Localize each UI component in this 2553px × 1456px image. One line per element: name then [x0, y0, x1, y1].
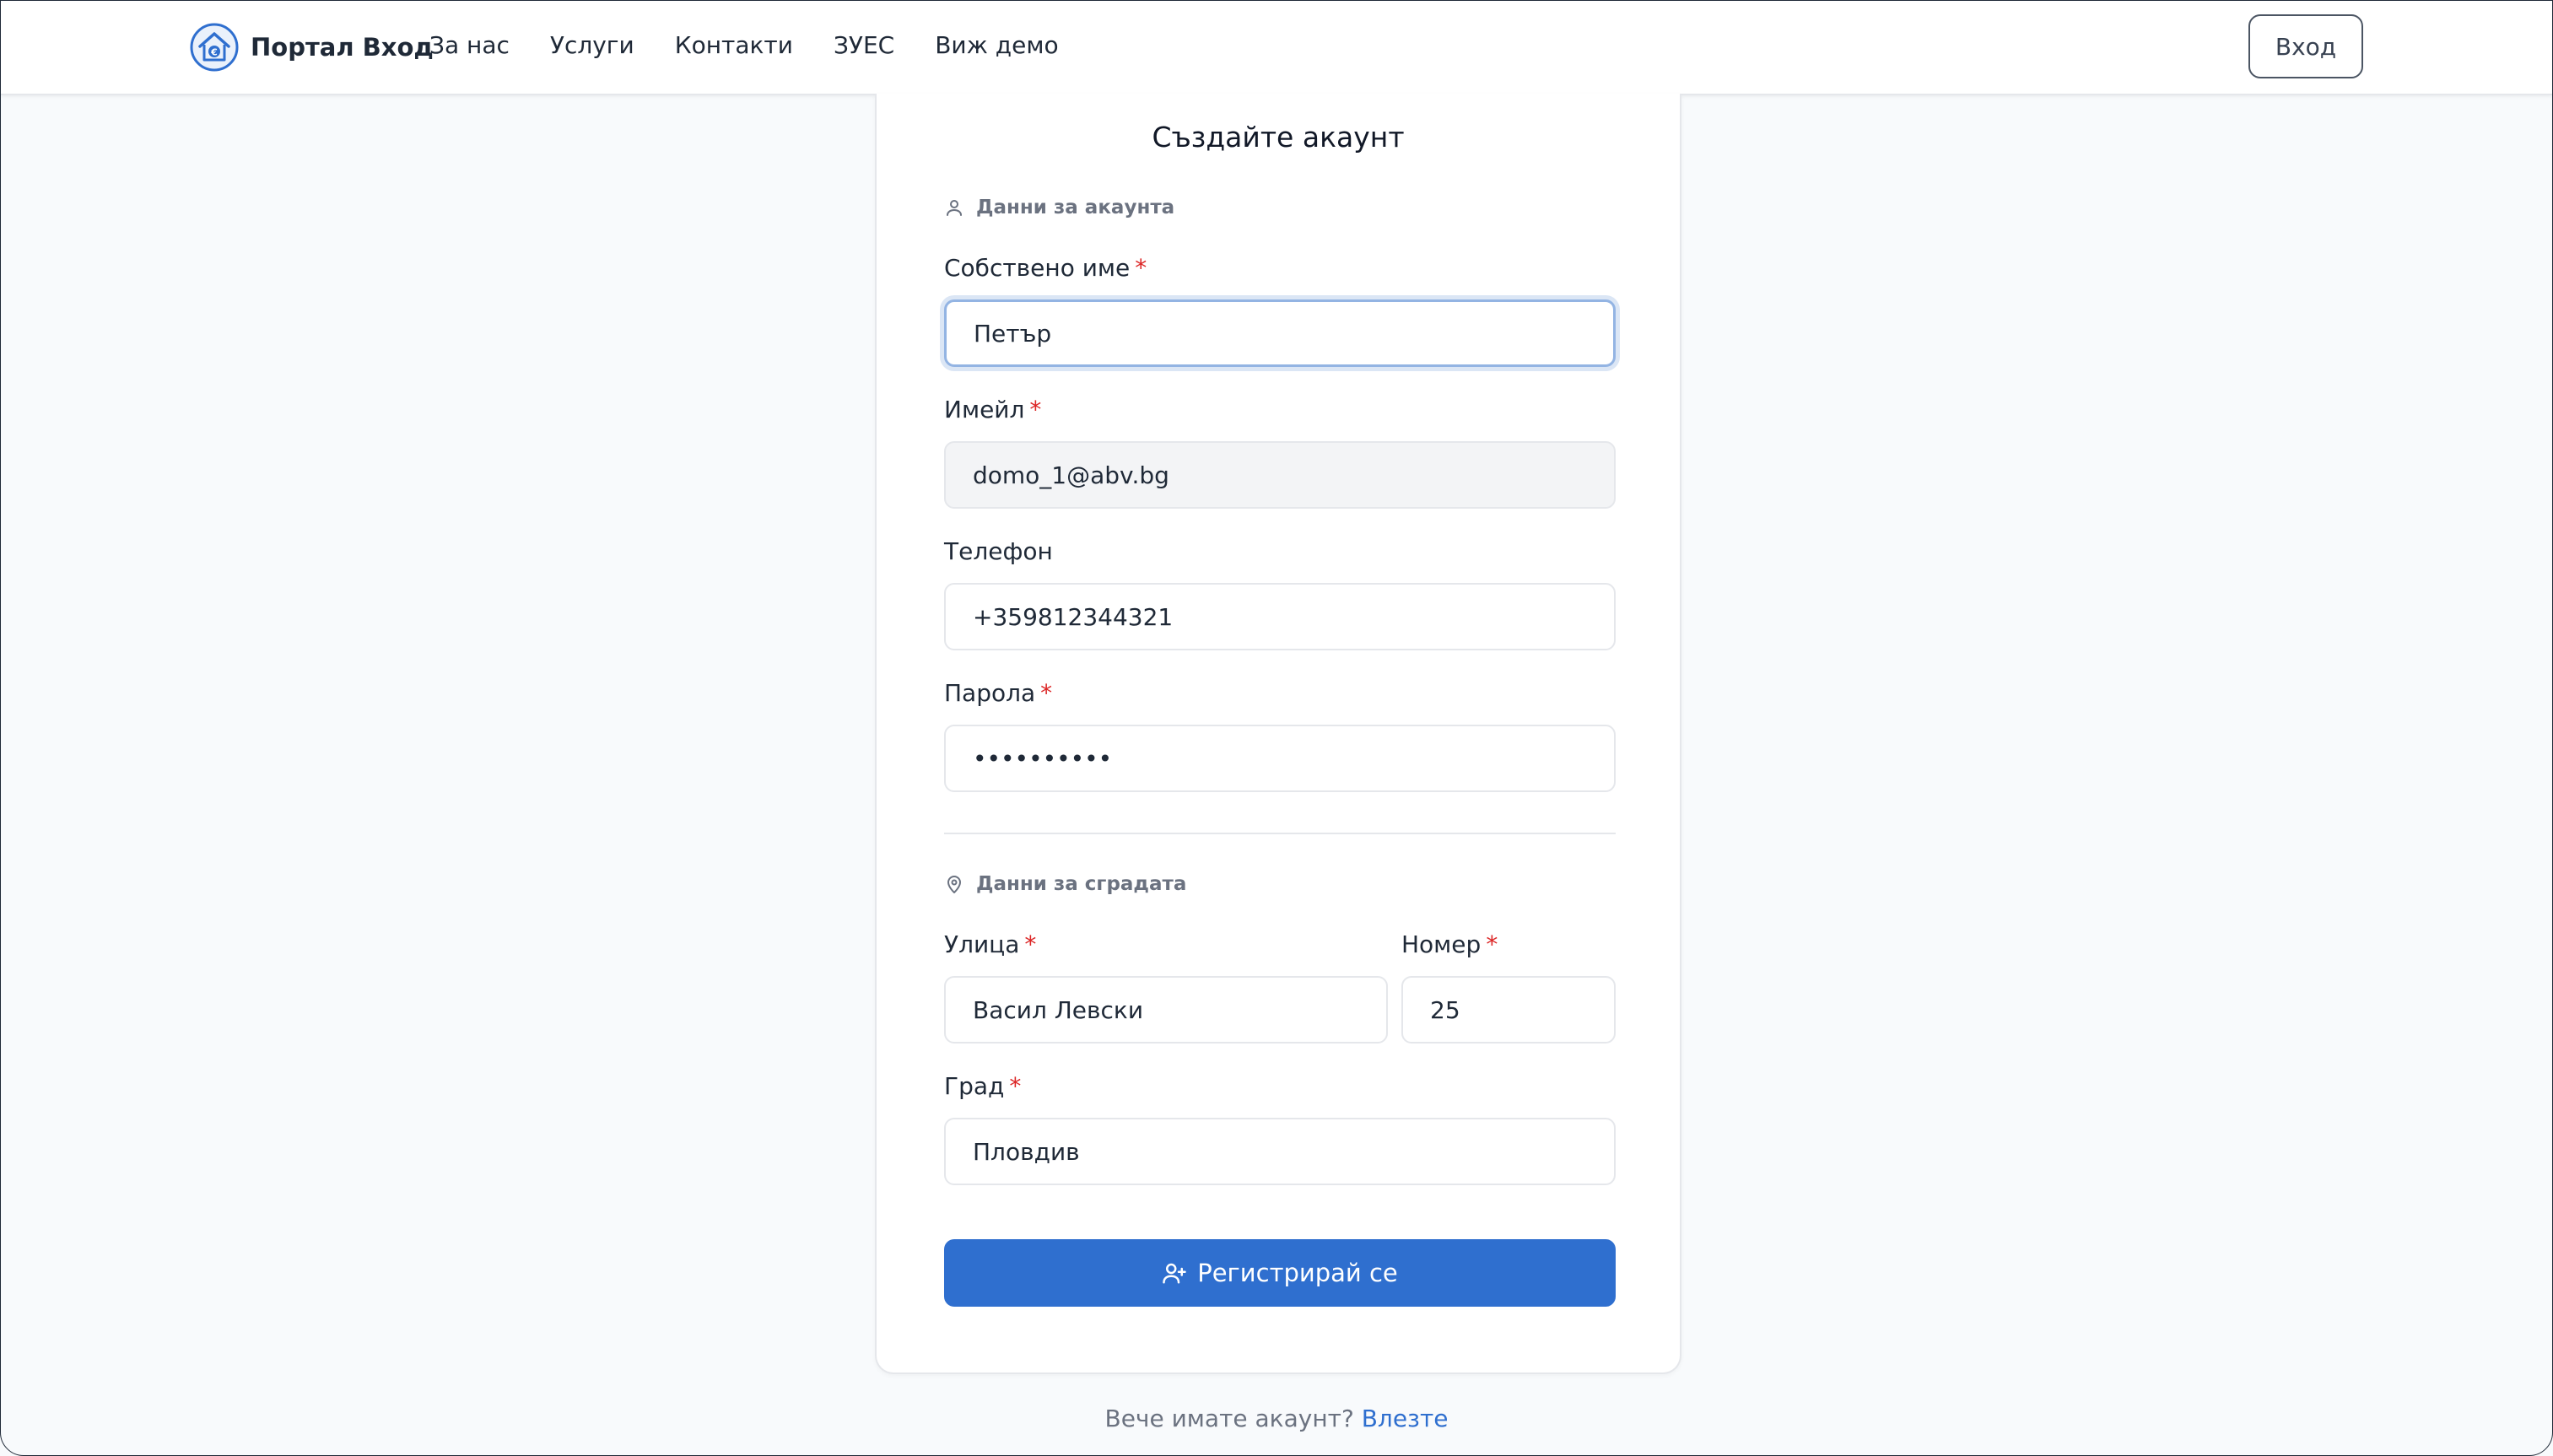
account-section-label: Данни за акаунта — [976, 197, 1175, 218]
first-name-input[interactable]: Петър — [944, 299, 1616, 367]
nav-about[interactable]: За нас — [429, 31, 510, 59]
number-label-text: Номер — [1401, 930, 1482, 958]
register-button[interactable]: Регистрирай се — [944, 1239, 1616, 1307]
main-nav: За нас Услуги Контакти ЗУЕС Виж демо — [429, 31, 1059, 59]
password-input[interactable]: •••••••••• — [944, 725, 1616, 792]
email-label-text: Имейл — [944, 396, 1025, 423]
login-link[interactable]: Влезте — [1362, 1405, 1449, 1432]
nav-services[interactable]: Услуги — [550, 31, 634, 59]
phone-value: +359812344321 — [973, 602, 1174, 631]
street-input[interactable]: Васил Левски — [944, 976, 1388, 1043]
required-mark: * — [1486, 930, 1498, 958]
nav-contacts[interactable]: Контакти — [675, 31, 793, 59]
required-mark: * — [1040, 679, 1053, 707]
register-button-label: Регистрирай се — [1197, 1259, 1398, 1287]
brand-name: Портал Вход — [251, 33, 434, 62]
city-label-text: Град — [944, 1072, 1005, 1100]
map-pin-icon — [947, 876, 961, 893]
house-euro-logo-icon: € — [190, 23, 239, 72]
building-section-label: Данни за сградата — [976, 873, 1187, 895]
number-input[interactable]: 25 — [1401, 976, 1616, 1043]
email-value: domo_1@abv.bg — [973, 461, 1169, 489]
section-divider — [944, 833, 1616, 834]
first-name-value: Петър — [974, 319, 1052, 348]
number-label: Номер * — [1401, 930, 1498, 958]
phone-input[interactable]: +359812344321 — [944, 583, 1616, 650]
required-mark: * — [1024, 930, 1037, 958]
svg-text:€: € — [210, 47, 218, 58]
first-name-label-text: Собствено име — [944, 254, 1131, 282]
user-icon — [947, 200, 962, 216]
browser-frame: € Портал Вход За нас Услуги Контакти ЗУЕ… — [0, 0, 2553, 1456]
email-input[interactable]: domo_1@abv.bg — [944, 441, 1616, 509]
nav-demo[interactable]: Виж демо — [935, 31, 1058, 59]
login-button[interactable]: Вход — [2248, 14, 2363, 78]
street-label: Улица * — [944, 930, 1036, 958]
top-navbar: € Портал Вход За нас Услуги Контакти ЗУЕ… — [1, 1, 2552, 95]
user-plus-icon — [1163, 1263, 1186, 1284]
required-mark: * — [1009, 1072, 1022, 1100]
brand[interactable]: € Портал Вход — [190, 22, 434, 73]
password-label-text: Парола — [944, 679, 1036, 707]
number-value: 25 — [1430, 995, 1460, 1024]
account-section-heading: Данни за акаунта — [944, 197, 1174, 218]
city-value: Пловдив — [973, 1137, 1080, 1166]
nav-zues[interactable]: ЗУЕС — [834, 31, 894, 59]
login-question: Вече имате акаунт? — [1104, 1405, 1354, 1432]
phone-label-text: Телефон — [944, 537, 1053, 565]
street-label-text: Улица — [944, 930, 1020, 958]
card-title: Създайте акаунт — [1152, 121, 1405, 154]
register-card: Създайте акаунт Данни за акаунта Собстве… — [875, 94, 1681, 1374]
required-mark: * — [1135, 254, 1147, 282]
city-input[interactable]: Пловдив — [944, 1118, 1616, 1185]
first-name-label: Собствено име * — [944, 254, 1147, 282]
building-section-heading: Данни за сградата — [944, 873, 1186, 895]
login-prompt: Вече имате акаунт? Влезте — [1, 1405, 2552, 1432]
email-label: Имейл * — [944, 396, 1041, 423]
required-mark: * — [1029, 396, 1042, 423]
street-value: Васил Левски — [973, 995, 1144, 1024]
phone-label: Телефон — [944, 537, 1053, 565]
password-label: Парола * — [944, 679, 1052, 707]
password-value: •••••••••• — [973, 744, 1113, 773]
city-label: Град * — [944, 1072, 1021, 1100]
